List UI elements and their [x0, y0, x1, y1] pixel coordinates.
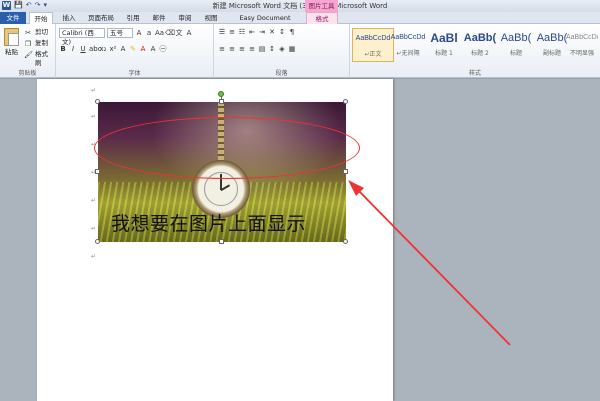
tab-references[interactable]: 引用 — [122, 12, 144, 24]
align-left-icon[interactable]: ≡ — [218, 45, 226, 53]
paragraph-mark: ↵ — [91, 87, 97, 94]
change-case-icon[interactable]: Aa — [155, 29, 164, 37]
annotation-ellipse — [94, 117, 360, 179]
resize-handle-top-left[interactable] — [95, 99, 100, 104]
copy-button[interactable]: 复制 — [34, 39, 49, 48]
asian-layout-icon[interactable]: ✕ — [268, 28, 276, 36]
resize-handle-top-right[interactable] — [343, 99, 348, 104]
shading-icon[interactable]: ◈ — [278, 45, 286, 53]
phonetic-guide-icon[interactable]: 文 — [175, 29, 183, 37]
paste-button[interactable]: 粘贴 — [4, 48, 19, 57]
align-center-icon[interactable]: ≡ — [228, 45, 236, 53]
clipboard-group: 粘贴 ✂ 剪切 ❐ 复制 🖌 格式刷 剪贴板 — [0, 24, 56, 78]
cut-button[interactable]: 剪切 — [34, 28, 49, 37]
paste-icon[interactable] — [4, 28, 19, 46]
show-marks-icon[interactable]: ¶ — [288, 28, 296, 36]
styles-group: AaBbCcDd ↵正文 AaBbCcDd ↵无间隔 AaBl 标题 1 AaB… — [350, 24, 600, 78]
window-title: 新建 Microsoft Word 文档 (3).docx - Microsof… — [212, 2, 388, 10]
subscript-icon[interactable]: x₂ — [99, 45, 107, 53]
justify-icon[interactable]: ≡ — [248, 45, 256, 53]
clipboard-group-label: 剪贴板 — [18, 70, 37, 77]
tab-file[interactable]: 文件 — [0, 12, 26, 24]
font-size-select[interactable]: 五号 — [107, 28, 133, 38]
character-border-icon[interactable]: A — [185, 29, 193, 37]
grow-font-icon[interactable]: A — [135, 29, 143, 37]
format-painter-button[interactable]: 格式刷 — [34, 50, 55, 67]
italic-icon[interactable]: I — [69, 45, 77, 53]
ribbon: 粘贴 ✂ 剪切 ❐ 复制 🖌 格式刷 剪贴板 Calibri (西文) 五号 A… — [0, 24, 600, 78]
font-group-label: 字体 — [128, 70, 141, 77]
ribbon-tabs: 文件 开始 插入 页面布局 引用 邮件 审阅 视图 Easy Document … — [0, 12, 600, 34]
resize-handle-bottom-left[interactable] — [95, 239, 100, 244]
resize-handle-right[interactable] — [343, 169, 348, 174]
character-shading-icon[interactable]: A — [149, 45, 157, 53]
tab-page-layout[interactable]: 页面布局 — [84, 12, 118, 24]
align-right-icon[interactable]: ≡ — [238, 45, 246, 53]
resize-handle-top[interactable] — [219, 99, 224, 104]
resize-handle-left[interactable] — [95, 169, 100, 174]
paragraph-group: ☰ ≡ ☷ ⇤ ⇥ ✕ ↕ ¶ ≡ ≡ ≡ ≡ ▤ ↕ ◈ ▦ 段落 — [214, 24, 350, 78]
font-group: Calibri (西文) 五号 A a Aa ⌫ 文 A B I U abc x… — [56, 24, 214, 78]
paragraph-mark: ↵ — [91, 113, 97, 120]
paragraph-mark: ↵ — [91, 197, 97, 204]
format-painter-icon: 🖌 — [24, 50, 33, 59]
tab-review[interactable]: 审阅 — [174, 12, 196, 24]
text-effects-icon[interactable]: A — [119, 45, 127, 53]
title-bar: W 💾 ↶ ↷ ▾ 新建 Microsoft Word 文档 (3).docx … — [0, 0, 600, 12]
sort-icon[interactable]: ↕ — [278, 28, 286, 36]
clear-format-icon[interactable]: ⌫ — [165, 29, 175, 37]
borders-icon[interactable]: ▦ — [288, 45, 296, 53]
overlay-text[interactable]: 我想要在图片上面显示 — [111, 209, 306, 236]
increase-indent-icon[interactable]: ⇥ — [258, 28, 266, 36]
decrease-indent-icon[interactable]: ⇤ — [248, 28, 256, 36]
cut-icon: ✂ — [25, 28, 31, 37]
resize-handle-bottom[interactable] — [219, 239, 224, 244]
multilevel-list-icon[interactable]: ☷ — [238, 28, 246, 36]
paragraph-group-label: 段落 — [275, 70, 288, 77]
strikethrough-icon[interactable]: abc — [89, 45, 102, 53]
bold-icon[interactable]: B — [59, 45, 67, 53]
distributed-icon[interactable]: ▤ — [258, 45, 266, 53]
tab-mailings[interactable]: 邮件 — [148, 12, 170, 24]
paragraph-mark: ↵ — [91, 253, 97, 260]
highlight-icon[interactable]: ✎ — [129, 45, 137, 53]
tab-easy-document-creator[interactable]: Easy Document Creator — [227, 12, 303, 34]
tab-format[interactable]: 格式 — [306, 12, 338, 24]
resize-handle-bottom-right[interactable] — [343, 239, 348, 244]
tab-insert[interactable]: 插入 — [58, 12, 80, 24]
styles-group-label: 样式 — [468, 70, 481, 77]
tab-view[interactable]: 视图 — [200, 12, 222, 24]
rotate-handle[interactable] — [218, 91, 224, 97]
superscript-icon[interactable]: x² — [109, 45, 117, 53]
underline-icon[interactable]: U — [79, 45, 87, 53]
picture-tools-label: 图片工具 — [305, 0, 338, 12]
font-name-select[interactable]: Calibri (西文) — [59, 28, 105, 46]
bullets-icon[interactable]: ☰ — [218, 28, 226, 36]
copy-icon: ❐ — [24, 39, 32, 48]
enclose-characters-icon[interactable]: ㊀ — [159, 45, 167, 53]
style-subtle-emphasis[interactable]: AaBbCcDd 不明显强 — [566, 28, 598, 62]
shrink-font-icon[interactable]: a — [145, 29, 153, 37]
numbering-icon[interactable]: ≡ — [228, 28, 236, 36]
font-color-icon[interactable]: A — [139, 45, 147, 53]
line-spacing-icon[interactable]: ↕ — [268, 45, 276, 53]
paragraph-mark: ↵ — [91, 225, 97, 232]
